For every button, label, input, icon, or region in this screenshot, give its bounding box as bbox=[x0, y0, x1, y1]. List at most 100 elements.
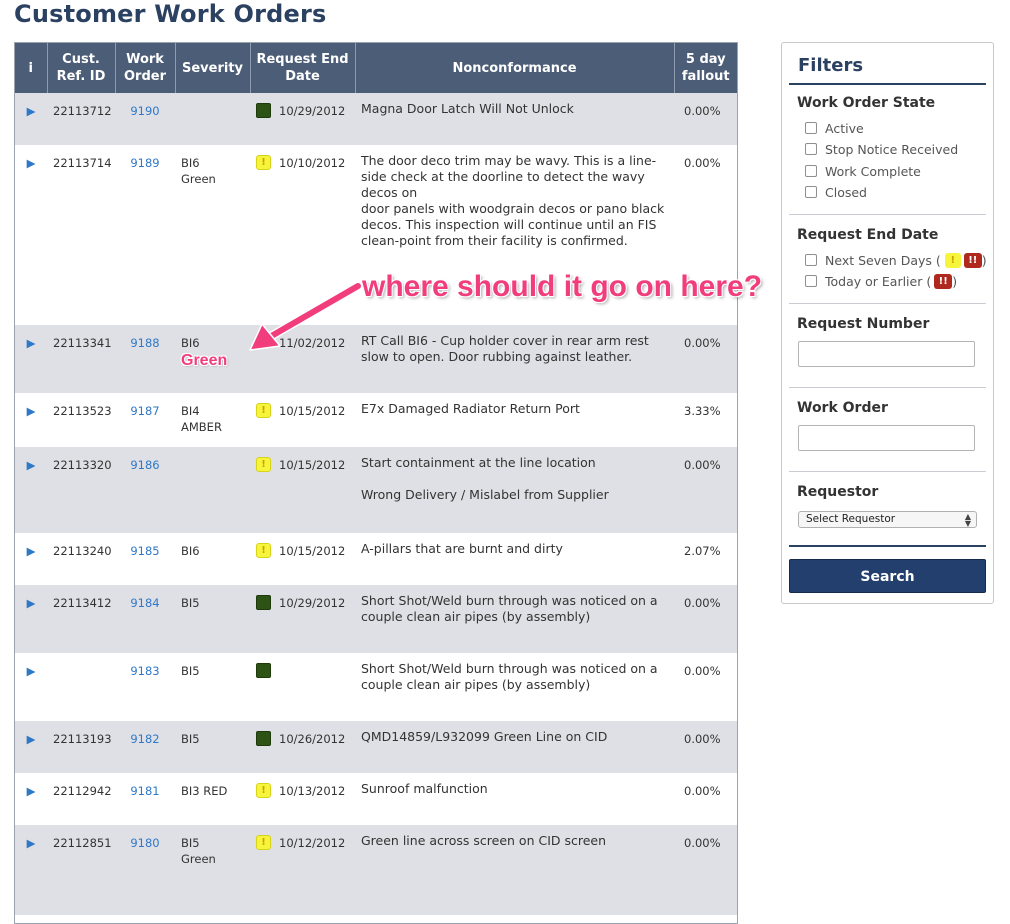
nonconformance-cell: QMD14859/L932099 Green Line on CID bbox=[355, 721, 674, 773]
work-order-input[interactable] bbox=[798, 425, 975, 451]
status-flag-icon bbox=[256, 663, 271, 678]
checkbox-stop-notice[interactable] bbox=[805, 143, 817, 155]
severity-cell bbox=[175, 93, 250, 145]
expand-row-icon[interactable]: ▶ bbox=[15, 585, 47, 653]
cust-ref-id-cell: 22113240 bbox=[47, 533, 115, 585]
request-end-date: 10/26/2012 bbox=[279, 732, 346, 746]
request-end-date: 10/13/2012 bbox=[279, 784, 346, 798]
expand-row-icon[interactable]: ▶ bbox=[15, 825, 47, 915]
cust-ref-id-cell: 22113193 bbox=[47, 721, 115, 773]
table-row[interactable]: ▶ 9183 BI5 Short Shot/Weld burn through was… bbox=[15, 653, 737, 721]
fallout-cell: 0.00% bbox=[674, 93, 737, 145]
checkbox-work-complete[interactable] bbox=[805, 165, 817, 177]
work-order-link[interactable]: 9180 bbox=[115, 825, 175, 915]
request-end-date-cell: ! 10/12/2012 bbox=[250, 825, 355, 915]
expand-row-icon[interactable]: ▶ bbox=[15, 653, 47, 721]
work-order-link[interactable]: 9190 bbox=[115, 93, 175, 145]
request-number-input[interactable] bbox=[798, 341, 975, 367]
column-header-cust-ref-id[interactable]: Cust. Ref. ID bbox=[47, 43, 116, 93]
filter-state-stop-notice[interactable]: Stop Notice Received bbox=[805, 141, 958, 157]
cust-ref-id-cell: 22112851 bbox=[47, 825, 115, 915]
request-end-date-cell: 10/29/2012 bbox=[250, 585, 355, 653]
expand-row-icon[interactable]: ▶ bbox=[15, 533, 47, 585]
table-row[interactable]: ▶ 22113320 9186! 10/15/2012 Start containmen… bbox=[15, 447, 737, 533]
severity-cell: BI6 bbox=[175, 533, 250, 585]
status-flag-icon bbox=[256, 731, 271, 746]
expand-row-icon[interactable]: ▶ bbox=[15, 447, 47, 533]
page-title: Customer Work Orders bbox=[14, 0, 327, 28]
column-header-5-day-fallout[interactable]: 5 day fallout bbox=[674, 43, 737, 93]
nonconformance-cell: Sunroof malfunction bbox=[355, 773, 674, 825]
section-divider bbox=[789, 471, 986, 472]
checkbox-next-seven-days[interactable] bbox=[805, 254, 817, 266]
column-header-nonconformance[interactable]: Nonconformance bbox=[355, 43, 675, 93]
search-button[interactable]: Search bbox=[789, 559, 986, 593]
expand-row-icon[interactable]: ▶ bbox=[15, 325, 47, 393]
expand-row-icon[interactable]: ▶ bbox=[15, 393, 47, 447]
table-row[interactable]: ▶ 22113712 9190 10/29/2012 Magna Door Latch … bbox=[15, 93, 737, 145]
request-end-date-cell: 10/29/2012 bbox=[250, 93, 355, 145]
severity-cell bbox=[175, 447, 250, 533]
expand-row-icon[interactable]: ▶ bbox=[15, 145, 47, 325]
work-order-link[interactable]: 9184 bbox=[115, 585, 175, 653]
expand-row-icon[interactable]: ▶ bbox=[15, 721, 47, 773]
column-header-severity[interactable]: Severity bbox=[175, 43, 251, 93]
annotation-arrow-icon bbox=[249, 281, 363, 351]
work-order-link[interactable]: 9181 bbox=[115, 773, 175, 825]
table-body: ▶ 22113712 9190 10/29/2012 Magna Door Latch … bbox=[15, 93, 737, 915]
work-order-link[interactable]: 9189 bbox=[115, 145, 175, 325]
fallout-cell: 0.00% bbox=[674, 721, 737, 773]
filter-date-today-or-earlier[interactable]: Today or Earlier (!!) bbox=[805, 273, 957, 289]
annotation-question: where should it go on here? bbox=[362, 270, 763, 303]
request-end-date-title: Request End Date bbox=[797, 227, 939, 243]
checkbox-today-or-earlier[interactable] bbox=[805, 275, 817, 287]
checkbox-closed[interactable] bbox=[805, 186, 817, 198]
fallout-cell: 0.00% bbox=[674, 585, 737, 653]
severity-cell: BI5 bbox=[175, 721, 250, 773]
checkbox-active[interactable] bbox=[805, 122, 817, 134]
close-paren: ) bbox=[981, 252, 987, 268]
warning-flag-icon: ! bbox=[256, 543, 271, 558]
expand-row-icon[interactable]: ▶ bbox=[15, 93, 47, 145]
severity-cell: BI4 AMBER bbox=[175, 393, 250, 447]
request-end-date: 10/29/2012 bbox=[279, 104, 346, 118]
annotation-green-label: Green bbox=[181, 352, 228, 369]
work-order-link[interactable]: 9188 bbox=[115, 325, 175, 393]
request-end-date-cell bbox=[250, 653, 355, 721]
column-header-request-end-date[interactable]: Request End Date bbox=[250, 43, 356, 93]
work-order-link[interactable]: 9186 bbox=[115, 447, 175, 533]
critical-badge-icon: !! bbox=[963, 252, 982, 268]
table-row[interactable]: ▶ 22112942 9181 BI3 RED! 10/13/2012 Sunroof m… bbox=[15, 773, 737, 825]
work-order-link[interactable]: 9182 bbox=[115, 721, 175, 773]
work-orders-table: i Cust. Ref. ID Work Order Severity Requ… bbox=[15, 43, 737, 915]
table-row[interactable]: ▶ 22112851 9180 BI5 Green! 10/12/2012 Green l… bbox=[15, 825, 737, 915]
cust-ref-id-cell bbox=[47, 653, 115, 721]
request-end-date: 10/15/2012 bbox=[279, 458, 346, 472]
work-order-link[interactable]: 9185 bbox=[115, 533, 175, 585]
filter-state-work-complete[interactable]: Work Complete bbox=[805, 163, 921, 179]
cust-ref-id-cell: 22113412 bbox=[47, 585, 115, 653]
nonconformance-cell: E7x Damaged Radiator Return Port bbox=[355, 393, 674, 447]
fallout-cell: 0.00% bbox=[674, 447, 737, 533]
column-header-info[interactable]: i bbox=[15, 43, 48, 93]
requestor-select[interactable]: Select Requestor ▲ ▼ bbox=[798, 511, 977, 528]
work-order-filter-title: Work Order bbox=[797, 400, 888, 416]
column-header-work-order[interactable]: Work Order bbox=[115, 43, 176, 93]
table-row[interactable]: ▶ 22113240 9185 BI6! 10/15/2012 A-pillars tha… bbox=[15, 533, 737, 585]
work-order-link[interactable]: 9187 bbox=[115, 393, 175, 447]
expand-row-icon[interactable]: ▶ bbox=[15, 773, 47, 825]
table-row[interactable]: ▶ 22113341 9188 BI6 11/02/2012 RT Call BI6 - … bbox=[15, 325, 737, 393]
filter-state-active[interactable]: Active bbox=[805, 120, 864, 136]
table-row[interactable]: ▶ 22113523 9187 BI4 AMBER! 10/15/2012 E7x Dam… bbox=[15, 393, 737, 447]
work-order-link[interactable]: 9183 bbox=[115, 653, 175, 721]
severity-cell: BI5 bbox=[175, 653, 250, 721]
table-row[interactable]: ▶ 22113412 9184 BI5 10/29/2012 Short Shot/Wel… bbox=[15, 585, 737, 653]
cust-ref-id-cell: 22113523 bbox=[47, 393, 115, 447]
filter-date-next-seven-days[interactable]: Next Seven Days (!!!) bbox=[805, 252, 987, 268]
fallout-cell: 0.00% bbox=[674, 773, 737, 825]
request-end-date-cell: ! 10/15/2012 bbox=[250, 393, 355, 447]
filters-divider bbox=[789, 83, 986, 85]
table-row[interactable]: ▶ 22113193 9182 BI5 10/26/2012 QMD14859/L9320… bbox=[15, 721, 737, 773]
severity-cell: BI3 RED bbox=[175, 773, 250, 825]
filter-state-closed[interactable]: Closed bbox=[805, 184, 867, 200]
